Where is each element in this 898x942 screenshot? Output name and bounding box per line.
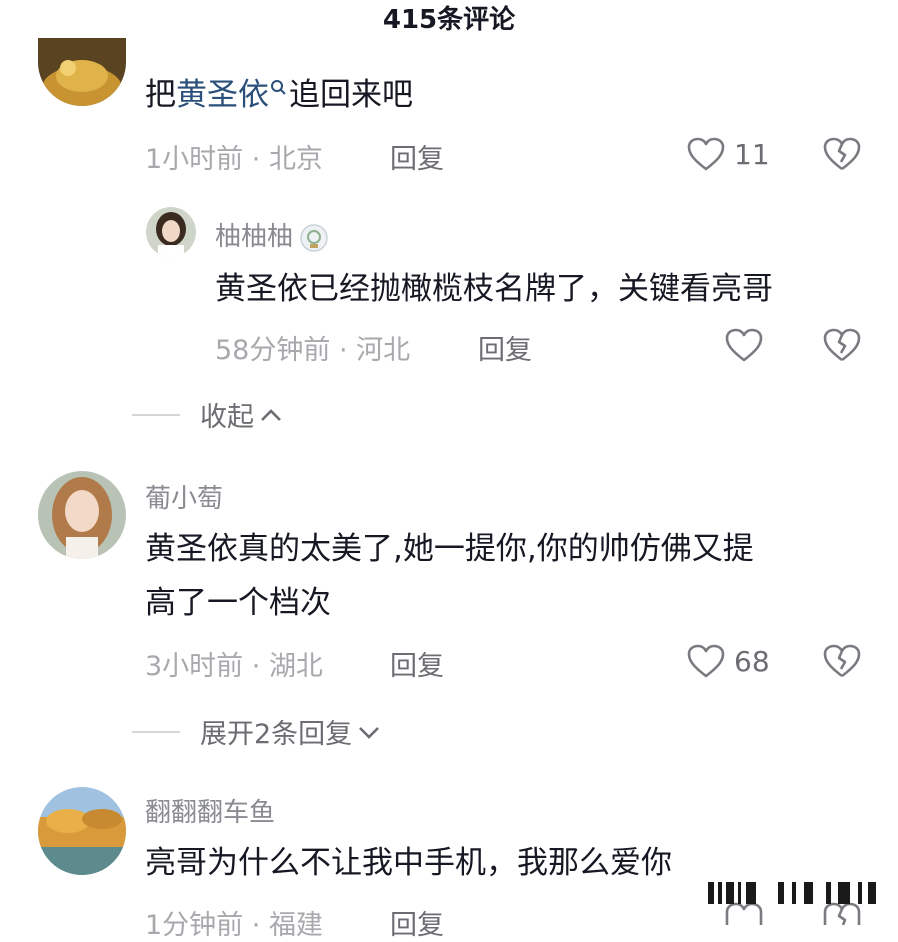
meta-separator: ·: [243, 651, 269, 682]
expand-replies-button[interactable]: 展开2条回复: [132, 712, 382, 751]
like-button[interactable]: [724, 327, 764, 363]
comment-text: 把黄圣依 追回来吧: [145, 68, 413, 122]
reply-button[interactable]: 回复: [390, 903, 444, 942]
comment-meta: 1分钟前 · 福建: [145, 903, 323, 942]
meta-separator: ·: [243, 144, 269, 175]
comment-text-line2: 高了一个档次: [145, 585, 331, 621]
comment-time: 1小时前: [145, 144, 244, 175]
comment-location: 北京: [268, 144, 323, 175]
comment-meta: 1小时前 · 北京: [145, 137, 323, 176]
comment-meta: 3小时前 · 湖北: [145, 644, 323, 683]
search-link-label: 黄圣依: [176, 77, 269, 113]
comment-time: 58分钟前: [215, 335, 331, 366]
broken-heart-icon: [823, 328, 861, 362]
comments-header-title: 415条评论: [382, 5, 516, 35]
like-button[interactable]: 68: [686, 643, 770, 679]
heart-icon: [725, 328, 763, 362]
avatar[interactable]: [146, 207, 196, 257]
avatar[interactable]: [38, 38, 126, 106]
divider: [132, 413, 180, 416]
sub-reply-username[interactable]: 柚柚柚: [215, 216, 329, 253]
like-button[interactable]: 11: [686, 136, 770, 172]
collapse-replies-button[interactable]: 收起: [132, 395, 284, 434]
comment-time: 3小时前: [145, 651, 244, 682]
heart-icon: [687, 644, 725, 678]
comment-text-plain: 把: [145, 77, 176, 113]
chevron-down-icon: [359, 726, 380, 739]
meta-separator: ·: [330, 335, 357, 366]
badge-icon: [300, 223, 328, 252]
reply-button[interactable]: 回复: [478, 328, 532, 367]
comment-location: 湖北: [268, 651, 323, 682]
watermark: [708, 882, 876, 904]
sub-reply-meta: 58分钟前 · 河北: [215, 328, 410, 367]
avatar[interactable]: [38, 787, 126, 875]
reply-button[interactable]: 回复: [390, 137, 444, 176]
heart-icon: [687, 137, 725, 171]
dislike-button[interactable]: [822, 327, 862, 367]
comment-location: 河北: [356, 335, 411, 366]
dislike-button[interactable]: [822, 136, 862, 176]
meta-separator: ·: [243, 910, 269, 941]
search-icon: [271, 80, 286, 95]
chevron-up-icon: [261, 408, 281, 421]
dislike-button[interactable]: [822, 643, 862, 683]
comment-text-line1: 黄圣依真的太美了,她一提你,你的帅仿佛又提: [145, 531, 754, 567]
like-count: 68: [734, 644, 770, 678]
divider: [132, 730, 180, 733]
reply-button[interactable]: 回复: [390, 644, 444, 683]
collapse-label: 收起: [200, 402, 254, 433]
avatar[interactable]: [38, 471, 126, 559]
comment-username[interactable]: 翻翻翻车鱼: [145, 792, 275, 829]
comment-text: 亮哥为什么不让我中手机，我那么爱你: [145, 845, 672, 881]
comment-text-after: 追回来吧: [289, 77, 413, 113]
expand-label: 展开2条回复: [200, 719, 353, 750]
username-label: 柚柚柚: [215, 222, 294, 252]
search-link[interactable]: 黄圣依: [176, 77, 289, 113]
sub-reply-text: 黄圣依已经抛橄榄枝名牌了，关键看亮哥: [215, 271, 773, 307]
comment-time: 1分钟前: [145, 910, 244, 941]
broken-heart-icon: [823, 137, 861, 171]
broken-heart-icon: [823, 644, 861, 678]
like-count: 11: [734, 137, 770, 171]
comment-username[interactable]: 葡小萄: [145, 478, 223, 515]
comment-location: 福建: [268, 910, 323, 941]
